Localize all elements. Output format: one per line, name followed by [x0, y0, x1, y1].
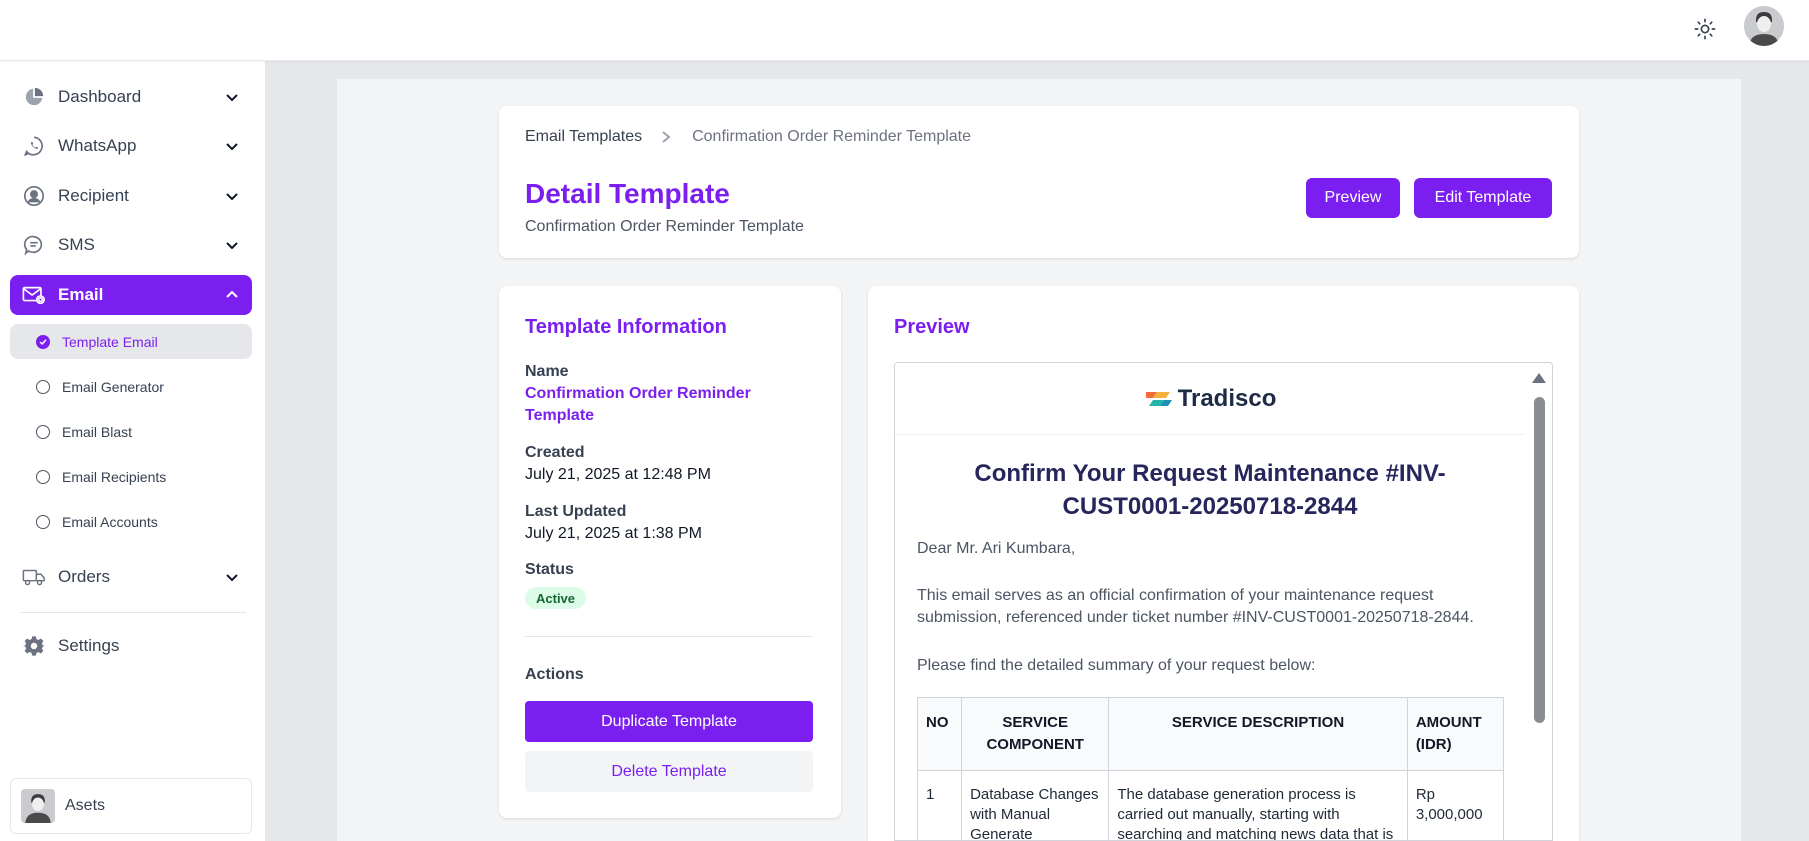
sidebar-item-label: Orders	[58, 567, 110, 586]
chevron-down-icon	[224, 569, 240, 585]
sidebar-divider	[20, 612, 246, 613]
mail-icon	[22, 283, 46, 307]
sidebar-item-dashboard[interactable]: Dashboard	[10, 77, 252, 117]
created-label: Created	[525, 444, 585, 461]
gear-icon	[22, 634, 46, 658]
sidebar-item-label: WhatsApp	[58, 136, 137, 155]
sun-icon[interactable]	[1691, 15, 1719, 43]
last-updated-value: July 21, 2025 at 1:38 PM	[525, 525, 702, 542]
sidebar-item-label: Dashboard	[58, 87, 142, 106]
status-badge: Active	[525, 587, 587, 609]
check-circle-icon	[36, 334, 50, 349]
scrollbar[interactable]	[1525, 363, 1552, 840]
sidebar-item-orders[interactable]: Orders	[10, 557, 252, 597]
created-value: July 21, 2025 at 12:48 PM	[525, 466, 711, 483]
top-bar	[0, 0, 1809, 61]
user-circle-icon	[22, 184, 46, 208]
logo-text: Tradisco	[1177, 384, 1277, 412]
template-info-card: Template Information Name Confirmation O…	[499, 286, 841, 818]
table-header: NO	[916, 697, 963, 771]
sidebar-subitem-email-recipients[interactable]: Email Recipients	[10, 459, 252, 494]
breadcrumb-link[interactable]: Email Templates	[525, 128, 642, 146]
name-label: Name	[525, 363, 569, 380]
page-title: Detail Template	[525, 178, 730, 209]
preview-card: Preview Tradisco Confirm Your Request Ma…	[868, 286, 1579, 841]
sidebar-item-recipient[interactable]: Recipient	[10, 176, 252, 216]
circle-icon	[36, 379, 50, 394]
sidebar-item-label: Email	[58, 285, 104, 304]
sidebar-item-settings[interactable]: Settings	[10, 626, 252, 666]
duplicate-template-button[interactable]: Duplicate Template	[525, 701, 813, 742]
status-label: Status	[525, 561, 574, 578]
delete-template-button[interactable]: Delete Template	[525, 751, 813, 792]
sidebar-subitem-email-blast[interactable]: Email Blast	[10, 414, 252, 449]
card-title: Preview	[894, 316, 970, 338]
name-value: Confirmation Order Reminder Template	[525, 385, 751, 424]
chevron-up-icon	[224, 287, 240, 303]
tradisco-logo-icon	[1144, 389, 1174, 409]
table-cell: The database generation process is carri…	[1108, 770, 1408, 840]
sidebar-subitem-email-accounts[interactable]: Email Accounts	[10, 504, 252, 539]
sidebar-item-email[interactable]: Email	[10, 275, 252, 315]
table-header: SERVICE DESCRIPTION	[1108, 697, 1408, 771]
table-header: SERVICE COMPONENT	[961, 697, 1110, 771]
edit-template-button[interactable]: Edit Template	[1414, 178, 1552, 218]
sidebar-subitem-label: Email Generator	[62, 378, 164, 395]
table-header: AMOUNT (IDR)	[1406, 697, 1505, 771]
email-greeting: Dear Mr. Ari Kumbara,	[917, 540, 1076, 557]
circle-icon	[36, 514, 50, 529]
email-paragraph: Please find the detailed summary of your…	[917, 657, 1316, 674]
table-row: 1 Database Changes with Manual Generate …	[916, 770, 1505, 840]
preview-button[interactable]: Preview	[1306, 178, 1400, 218]
table-header-row: NO SERVICE COMPONENT SERVICE DESCRIPTION…	[916, 697, 1505, 771]
service-table: NO SERVICE COMPONENT SERVICE DESCRIPTION…	[916, 697, 1505, 840]
sidebar-item-label: Recipient	[58, 186, 129, 205]
chevron-right-icon	[660, 130, 674, 144]
breadcrumb-current: Confirmation Order Reminder Template	[692, 128, 972, 145]
circle-icon	[36, 469, 50, 484]
scrollbar-thumb[interactable]	[1534, 397, 1545, 723]
sidebar: Dashboard WhatsApp Recipient SMS Email T…	[0, 61, 266, 841]
sidebar-subitem-label: Email Recipients	[62, 468, 167, 485]
sidebar-subitem-label: Template Email	[62, 333, 158, 350]
sidebar-item-whatsapp[interactable]: WhatsApp	[10, 126, 252, 166]
table-cell: Database Changes with Manual Generate	[961, 770, 1110, 840]
header-card: Email Templates Confirmation Order Remin…	[499, 106, 1579, 258]
scroll-up-arrow-icon[interactable]	[1532, 373, 1546, 383]
sidebar-subitem-email-generator[interactable]: Email Generator	[10, 369, 252, 404]
email-header: Tradisco	[895, 363, 1525, 435]
whatsapp-icon	[22, 134, 46, 158]
circle-icon	[36, 424, 50, 439]
user-name: Asets	[65, 797, 106, 814]
card-title: Template Information	[525, 316, 727, 338]
last-updated-label: Last Updated	[525, 503, 627, 520]
sidebar-item-label: Settings	[58, 636, 120, 655]
chevron-down-icon	[224, 237, 240, 253]
chevron-down-icon	[224, 89, 240, 105]
avatar	[21, 789, 55, 823]
divider	[525, 636, 813, 637]
truck-icon	[22, 565, 46, 589]
table-cell: 1	[916, 770, 963, 840]
email-paragraph: This email serves as an official confirm…	[917, 587, 1474, 626]
chat-bubble-icon	[22, 233, 46, 257]
pie-chart-icon	[22, 85, 46, 109]
page-subtitle: Confirmation Order Reminder Template	[525, 218, 804, 235]
sidebar-subitem-template-email[interactable]: Template Email	[10, 324, 252, 359]
breadcrumb: Email Templates Confirmation Order Remin…	[525, 128, 971, 146]
sidebar-subitem-label: Email Blast	[62, 423, 133, 440]
chevron-down-icon	[224, 138, 240, 154]
email-title: Confirm Your Request Maintenance #INV-CU…	[974, 460, 1446, 520]
actions-label: Actions	[525, 666, 584, 683]
sidebar-item-label: SMS	[58, 235, 95, 254]
sidebar-subitem-label: Email Accounts	[62, 513, 158, 530]
table-cell: Rp 3,000,000	[1406, 770, 1505, 840]
email-preview-frame[interactable]: Tradisco Confirm Your Request Maintenanc…	[894, 362, 1553, 841]
avatar[interactable]	[1744, 6, 1784, 46]
chevron-down-icon	[224, 188, 240, 204]
sidebar-item-sms[interactable]: SMS	[10, 225, 252, 265]
sidebar-user[interactable]: Asets	[10, 778, 252, 834]
